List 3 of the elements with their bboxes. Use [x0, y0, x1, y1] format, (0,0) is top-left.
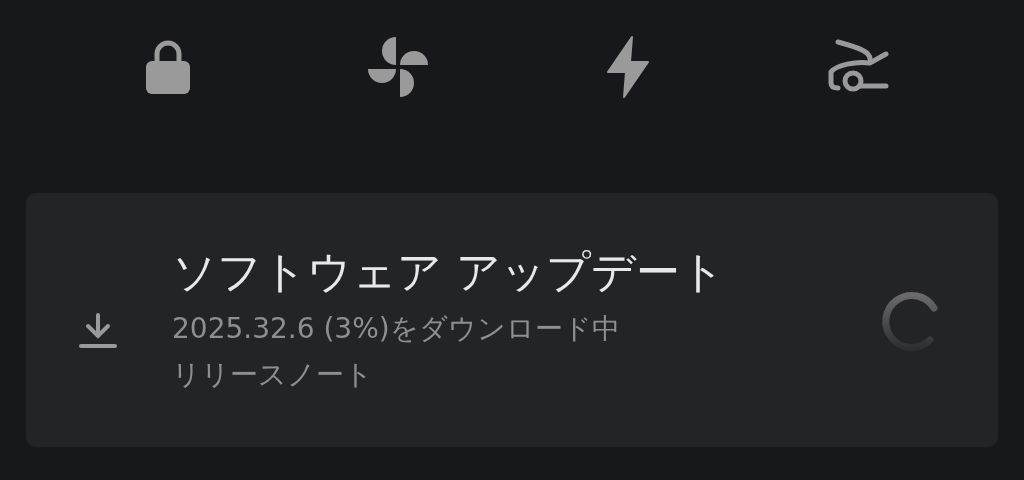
download-status: 2025.32.6 (3%)をダウンロード中	[172, 311, 621, 347]
release-notes-link[interactable]: リリースノート	[172, 352, 373, 398]
update-title: ソフトウェア アップデート	[172, 245, 726, 299]
